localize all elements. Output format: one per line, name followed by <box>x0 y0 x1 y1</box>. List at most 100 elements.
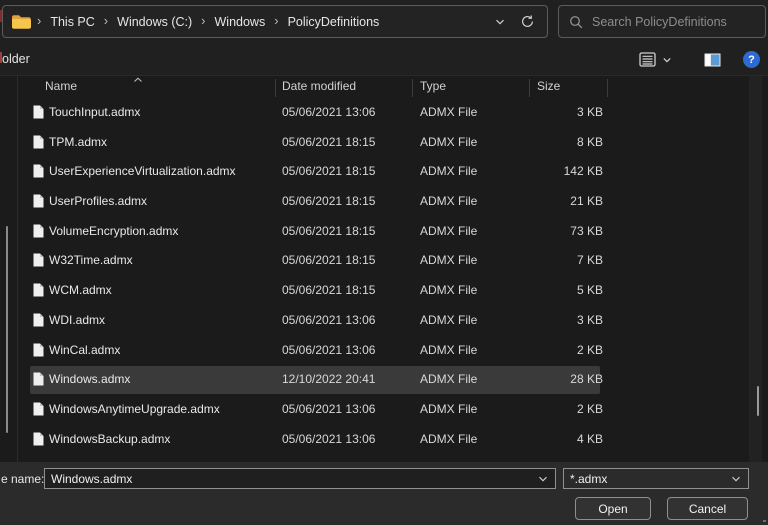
table-row[interactable]: Windows.admx 12/10/2022 20:41 ADMX File … <box>0 365 768 395</box>
breadcrumb-item[interactable]: Windows <box>210 12 271 32</box>
file-list: Name Date modified Type Size TouchInput.… <box>0 75 768 463</box>
table-row[interactable]: WinCal.admx 05/06/2021 13:06 ADMX File 2… <box>0 336 768 366</box>
file-date: 05/06/2021 18:15 <box>282 223 376 238</box>
file-icon <box>33 135 44 149</box>
filename-input[interactable]: Windows.admx <box>44 468 556 489</box>
table-row[interactable]: WDI.admx 05/06/2021 13:06 ADMX File 3 KB <box>0 306 768 336</box>
open-button[interactable]: Open <box>575 497 651 520</box>
preview-pane-button[interactable] <box>698 49 727 71</box>
folder-icon <box>11 14 31 30</box>
file-size: 8 KB <box>576 134 603 149</box>
column-header-type[interactable]: Type <box>420 79 446 99</box>
chevron-down-icon[interactable] <box>730 473 742 485</box>
details-view-icon <box>639 52 656 67</box>
file-date: 05/06/2021 18:15 <box>282 164 376 179</box>
breadcrumb-item[interactable]: PolicyDefinitions <box>283 12 385 32</box>
file-date: 05/06/2021 13:06 <box>282 105 376 119</box>
scrollbar-thumb[interactable] <box>757 386 759 416</box>
column-separator[interactable] <box>275 79 276 97</box>
table-row[interactable]: TPM.admx 05/06/2021 18:15 ADMX File 8 KB <box>0 128 768 158</box>
file-size: 7 KB <box>576 253 603 268</box>
file-icon <box>33 402 44 416</box>
file-icon <box>33 224 44 238</box>
file-name: W32Time.admx <box>49 253 133 268</box>
change-view-button[interactable] <box>633 48 678 71</box>
navigation-bar: › This PC › Windows (C:) › Windows › PolicyDefi… <box>0 0 768 44</box>
file-type: ADMX File <box>420 253 478 268</box>
search-input[interactable]: Search PolicyDefinitions <box>558 5 766 38</box>
file-type: ADMX File <box>420 342 478 357</box>
file-name: UserProfiles.admx <box>49 194 148 209</box>
background-window-sliver <box>0 52 2 63</box>
command-toolbar: older ? <box>0 44 768 75</box>
file-size: 5 KB <box>576 283 603 298</box>
filetype-value: *.admx <box>570 471 608 486</box>
chevron-down-icon[interactable] <box>494 16 506 28</box>
file-name: WindowsBackup.admx <box>49 431 171 446</box>
refresh-icon[interactable] <box>520 14 535 29</box>
preview-pane-icon <box>704 53 721 67</box>
file-icon <box>33 313 44 327</box>
file-date: 12/10/2022 20:41 <box>282 372 376 387</box>
breadcrumb: › This PC › Windows (C:) › Windows › PolicyDefi… <box>33 12 494 32</box>
search-icon <box>569 15 583 29</box>
file-date: 05/06/2021 18:15 <box>282 283 376 298</box>
resize-grip[interactable] <box>763 520 766 522</box>
file-date: 05/06/2021 18:15 <box>282 134 376 149</box>
file-icon <box>33 105 44 119</box>
file-type: ADMX File <box>420 105 478 119</box>
file-type: ADMX File <box>420 401 478 416</box>
sort-ascending-icon <box>133 77 143 83</box>
table-row[interactable]: UserProfiles.admx 05/06/2021 18:15 ADMX … <box>0 187 768 217</box>
file-icon <box>33 164 44 178</box>
chevron-down-icon[interactable] <box>537 473 549 485</box>
file-size: 21 KB <box>570 194 603 209</box>
file-size: 73 KB <box>570 223 603 238</box>
cancel-button[interactable]: Cancel <box>667 497 748 520</box>
file-type: ADMX File <box>420 312 478 327</box>
file-size: 2 KB <box>576 401 603 416</box>
column-header-name[interactable]: Name <box>45 79 77 99</box>
file-icon <box>33 194 44 208</box>
filetype-select[interactable]: *.admx <box>563 468 749 489</box>
column-header-date[interactable]: Date modified <box>282 79 356 99</box>
table-row[interactable]: VolumeEncryption.admx 05/06/2021 18:15 A… <box>0 217 768 247</box>
background-window-sliver <box>0 10 2 22</box>
file-type: ADMX File <box>420 194 478 209</box>
scrollbar-track[interactable] <box>749 76 762 463</box>
file-name: WindowsAnytimeUpgrade.admx <box>49 401 220 416</box>
column-separator[interactable] <box>529 79 530 97</box>
table-row[interactable]: WindowsBackup.admx 05/06/2021 13:06 ADMX… <box>0 425 768 455</box>
breadcrumb-item[interactable]: This PC <box>45 12 99 32</box>
column-header-size[interactable]: Size <box>537 79 560 99</box>
file-type: ADMX File <box>420 283 478 298</box>
search-placeholder: Search PolicyDefinitions <box>592 14 727 29</box>
file-size: 2 KB <box>576 342 603 357</box>
breadcrumb-item[interactable]: Windows (C:) <box>112 12 197 32</box>
file-icon <box>33 343 44 357</box>
help-icon[interactable]: ? <box>743 51 760 68</box>
file-date: 05/06/2021 18:15 <box>282 194 376 209</box>
table-row[interactable]: TouchInput.admx 05/06/2021 13:06 ADMX Fi… <box>0 98 768 128</box>
table-row[interactable]: W32Time.admx 05/06/2021 18:15 ADMX File … <box>0 246 768 276</box>
address-bar[interactable]: › This PC › Windows (C:) › Windows › PolicyDefi… <box>2 5 548 38</box>
open-file-dialog: › This PC › Windows (C:) › Windows › PolicyDefi… <box>0 0 768 525</box>
table-row[interactable]: UserExperienceVirtualization.admx 05/06/… <box>0 157 768 187</box>
file-size: 4 KB <box>576 431 603 446</box>
chevron-right-icon: › <box>37 13 42 28</box>
file-icon <box>33 253 44 267</box>
file-size: 3 KB <box>576 105 603 119</box>
table-row[interactable]: WindowsAnytimeUpgrade.admx 05/06/2021 13… <box>0 395 768 425</box>
file-type: ADMX File <box>420 431 478 446</box>
new-folder-button[interactable]: older <box>2 52 30 66</box>
file-icon <box>33 372 44 386</box>
chevron-right-icon: › <box>103 13 109 28</box>
file-rows: TouchInput.admx 05/06/2021 13:06 ADMX Fi… <box>0 98 768 463</box>
column-separator[interactable] <box>412 79 413 97</box>
file-date: 05/06/2021 18:15 <box>282 253 376 268</box>
column-separator[interactable] <box>607 79 608 97</box>
file-icon <box>33 432 44 446</box>
table-row[interactable]: WCM.admx 05/06/2021 18:15 ADMX File 5 KB <box>0 276 768 306</box>
file-size: 142 KB <box>563 164 603 179</box>
file-name: TPM.admx <box>49 134 108 149</box>
